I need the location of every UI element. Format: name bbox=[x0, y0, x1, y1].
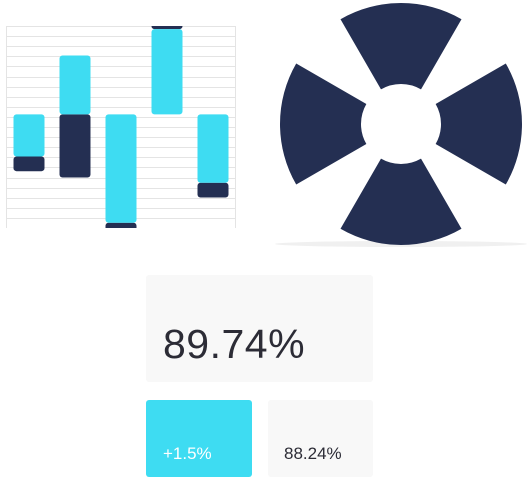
kpi-previous-card: 88.24% bbox=[268, 400, 373, 477]
sector-4 bbox=[280, 63, 367, 185]
bar-2-series-1 bbox=[59, 55, 91, 115]
bar-5-series-2 bbox=[197, 182, 229, 198]
sector-3 bbox=[340, 158, 462, 245]
bar-1-series-1 bbox=[13, 114, 45, 157]
kpi-main-value: 89.74% bbox=[163, 321, 306, 367]
bar-3-series-1 bbox=[105, 114, 137, 223]
bar-4-series-2 bbox=[151, 26, 183, 30]
stacked-bar-chart bbox=[6, 26, 236, 228]
kpi-main-card: 89.74% bbox=[146, 275, 373, 382]
kpi-change-value: +1.5% bbox=[163, 444, 212, 463]
kpi-previous-value: 88.24% bbox=[284, 444, 342, 463]
sector-2 bbox=[435, 63, 522, 185]
sector-1 bbox=[340, 2, 462, 90]
bar-4-series-1 bbox=[151, 29, 183, 115]
bar-3-series-2 bbox=[105, 222, 137, 228]
bar-1-series-2 bbox=[13, 156, 45, 172]
bar-5-series-1 bbox=[197, 114, 229, 183]
kpi-change-card: +1.5% bbox=[146, 400, 252, 477]
radial-sector-chart bbox=[275, 2, 527, 247]
bar-2-series-2 bbox=[59, 114, 91, 178]
